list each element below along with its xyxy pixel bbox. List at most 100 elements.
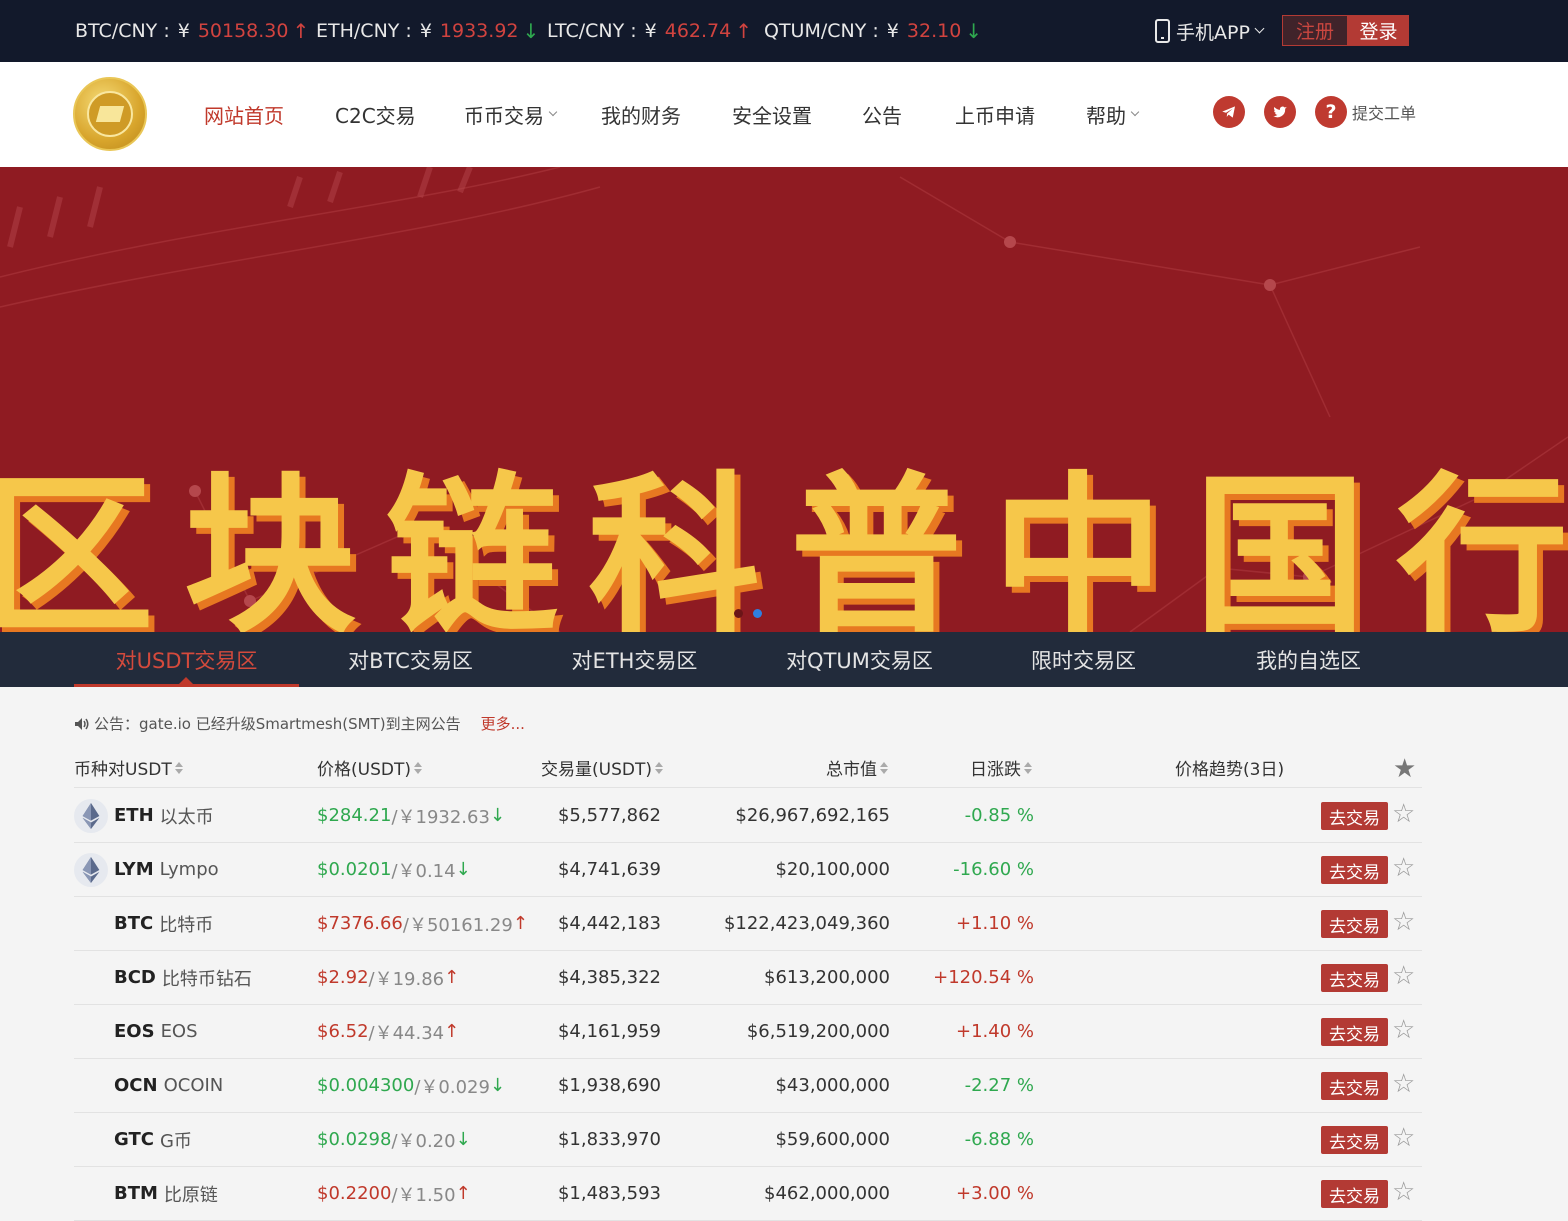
announcement-text[interactable]: 公告：gate.io 已经升级Smartmesh(SMT)到主网公告 (94, 713, 461, 734)
col-change-header[interactable]: 日涨跌 (970, 747, 1032, 788)
announcement-bar: 公告：gate.io 已经升级Smartmesh(SMT)到主网公告 更多... (74, 713, 525, 734)
trade-button[interactable]: 去交易 (1321, 802, 1388, 830)
nav-label: 我的财务 (601, 104, 681, 128)
tab-limited[interactable]: 限时交易区 (971, 632, 1196, 687)
pair-cell: OCN OCOIN (114, 1059, 223, 1112)
table-row[interactable]: LYM Lympo $0.0201/￥0.14 ↓ $4,741,639 $20,100,… (74, 843, 1422, 897)
table-row[interactable]: OCN OCOIN $0.004300/￥0.029 ↓ $1,938,690 $43,0… (74, 1059, 1422, 1113)
sort-icon (413, 761, 422, 774)
table-row[interactable]: ETH 以太币 $284.21/￥1932.63 ↓ $5,577,862 $26,967… (74, 789, 1422, 843)
announcement-more-link[interactable]: 更多... (481, 713, 525, 734)
price-usd: $284.21 (317, 805, 392, 826)
coin-name: G币 (159, 1130, 192, 1152)
table-row[interactable]: BCD 比特币钻石 $2.92/￥19.86 ↑ $4,385,322 $613,200,… (74, 951, 1422, 1005)
trade-button[interactable]: 去交易 (1321, 1072, 1388, 1100)
price-cny: /￥0.14 (391, 860, 456, 882)
favorite-star-icon[interactable]: ☆ (1392, 853, 1415, 883)
coin-name: 比原链 (163, 1184, 218, 1206)
trade-button[interactable]: 去交易 (1321, 910, 1388, 938)
nav-finance[interactable]: 我的财务 (601, 62, 681, 167)
carousel-dot-active[interactable] (753, 609, 762, 618)
favorite-star-icon[interactable]: ☆ (1392, 961, 1415, 991)
submit-ticket-link[interactable]: ? 提交工单 (1315, 96, 1416, 128)
arrow-up-icon: ↑ (735, 19, 752, 43)
favorite-star-icon[interactable]: ☆ (1392, 907, 1415, 937)
site-logo[interactable] (73, 77, 147, 151)
marketcap-cell: $122,423,049,360 (723, 913, 890, 934)
nav-help[interactable]: 帮助 (1086, 62, 1140, 167)
trade-button[interactable]: 去交易 (1321, 1126, 1388, 1154)
nav-coin-trade[interactable]: 币币交易 (464, 62, 558, 167)
arrow-up-icon: ↑ (444, 967, 460, 988)
tab-btc[interactable]: 对BTC交易区 (298, 632, 523, 687)
favorite-star-icon[interactable]: ☆ (1392, 1015, 1415, 1045)
price-cny: /￥1932.63 (391, 806, 490, 828)
ticker-bar: BTC/CNY : ¥ 50158.30 ↑ ETH/CNY : ¥ 1933.… (0, 0, 1568, 62)
marketcap-cell: $26,967,692,165 (735, 805, 890, 826)
coin-symbol: ETH (114, 805, 154, 826)
mobile-app-menu[interactable]: 手机APP (1155, 0, 1265, 62)
register-button[interactable]: 注册 (1282, 15, 1348, 46)
favorite-star-icon[interactable]: ☆ (1392, 1069, 1415, 1099)
col-pair-header[interactable]: 币种对USDT (74, 747, 183, 788)
table-row[interactable]: BTM 比原链 $0.2200/￥1.50 ↑ $1,483,593 $462,000,0… (74, 1167, 1422, 1221)
logo-coin (87, 91, 133, 137)
price-usd: $6.52 (317, 1021, 369, 1042)
favorite-star-icon[interactable]: ☆ (1392, 1123, 1415, 1153)
trade-button[interactable]: 去交易 (1321, 1180, 1388, 1208)
coin-name: 比特币钻石 (161, 968, 252, 990)
tab-usdt[interactable]: 对USDT交易区 (74, 632, 299, 687)
favorite-filter-star-icon[interactable]: ★ (1393, 754, 1416, 784)
table-row[interactable]: GTC G币 $0.0298/￥0.20 ↓ $1,833,970 $59,600,000… (74, 1113, 1422, 1167)
coin-symbol: BCD (114, 967, 156, 988)
ticker-pair: QTUM/CNY : (764, 20, 879, 42)
col-price-label: 价格(USDT) (317, 760, 411, 780)
carousel-dot[interactable] (734, 609, 743, 618)
marketcap-cell: $613,200,000 (764, 967, 890, 988)
nav-announcements[interactable]: 公告 (862, 62, 902, 167)
volume-cell: $4,385,322 (557, 967, 661, 988)
sort-icon (880, 761, 888, 774)
banner-title: 区块链科普中国行 (0, 456, 1568, 633)
price-usd: $0.0298 (317, 1129, 392, 1150)
hero-banner[interactable]: 区块链科普中国行 (0, 167, 1568, 632)
sort-icon (1024, 761, 1032, 774)
change-cell: -0.85 % (964, 805, 1034, 826)
coin-symbol: BTC (114, 913, 154, 934)
pair-cell: ETH 以太币 (114, 789, 214, 842)
tab-eth[interactable]: 对ETH交易区 (522, 632, 747, 687)
trade-button[interactable]: 去交易 (1321, 856, 1388, 884)
nav-label: C2C交易 (335, 104, 416, 128)
tab-favorites[interactable]: 我的自选区 (1196, 632, 1421, 687)
favorite-star-icon[interactable]: ☆ (1392, 1177, 1415, 1207)
twitter-icon[interactable] (1264, 96, 1296, 128)
nav-label: 网站首页 (204, 104, 284, 128)
nav-label: 安全设置 (732, 104, 812, 128)
submit-ticket-label: 提交工单 (1352, 104, 1417, 123)
nav-listing-apply[interactable]: 上币申请 (955, 62, 1035, 167)
table-row[interactable]: BTC 比特币 $7376.66/￥50161.29 ↑ $4,442,183 $122,… (74, 897, 1422, 951)
telegram-icon[interactable] (1213, 96, 1245, 128)
tab-qtum[interactable]: 对QTUM交易区 (747, 632, 972, 687)
col-marketcap-label: 总市值 (826, 760, 877, 780)
change-cell: +3.00 % (956, 1183, 1034, 1204)
trade-button[interactable]: 去交易 (1321, 964, 1388, 992)
price-cny: /￥19.86 (368, 968, 445, 990)
col-price-header[interactable]: 价格(USDT) (317, 747, 422, 788)
nav-c2c[interactable]: C2C交易 (335, 62, 416, 167)
nav-security[interactable]: 安全设置 (732, 62, 812, 167)
price-cell: $0.004300/￥0.029 ↓ (317, 1059, 505, 1112)
favorite-star-icon[interactable]: ☆ (1392, 799, 1415, 829)
price-cell: $6.52/￥44.34 ↑ (317, 1005, 459, 1058)
table-row[interactable]: EOS EOS $6.52/￥44.34 ↑ $4,161,959 $6,519,200,… (74, 1005, 1422, 1059)
col-marketcap-header[interactable]: 总市值 (826, 747, 888, 788)
login-button[interactable]: 登录 (1348, 15, 1409, 46)
trade-button[interactable]: 去交易 (1321, 1018, 1388, 1046)
nav-home[interactable]: 网站首页 (204, 62, 284, 167)
price-cell: $2.92/￥19.86 ↑ (317, 951, 459, 1004)
ticker-ltc: LTC/CNY : ¥ 462.74 ↑ (547, 0, 752, 62)
change-cell: +1.40 % (956, 1021, 1034, 1042)
col-volume-header[interactable]: 交易量(USDT) (541, 747, 663, 788)
speaker-icon (75, 717, 89, 730)
nav-label: 币币交易 (464, 104, 544, 128)
